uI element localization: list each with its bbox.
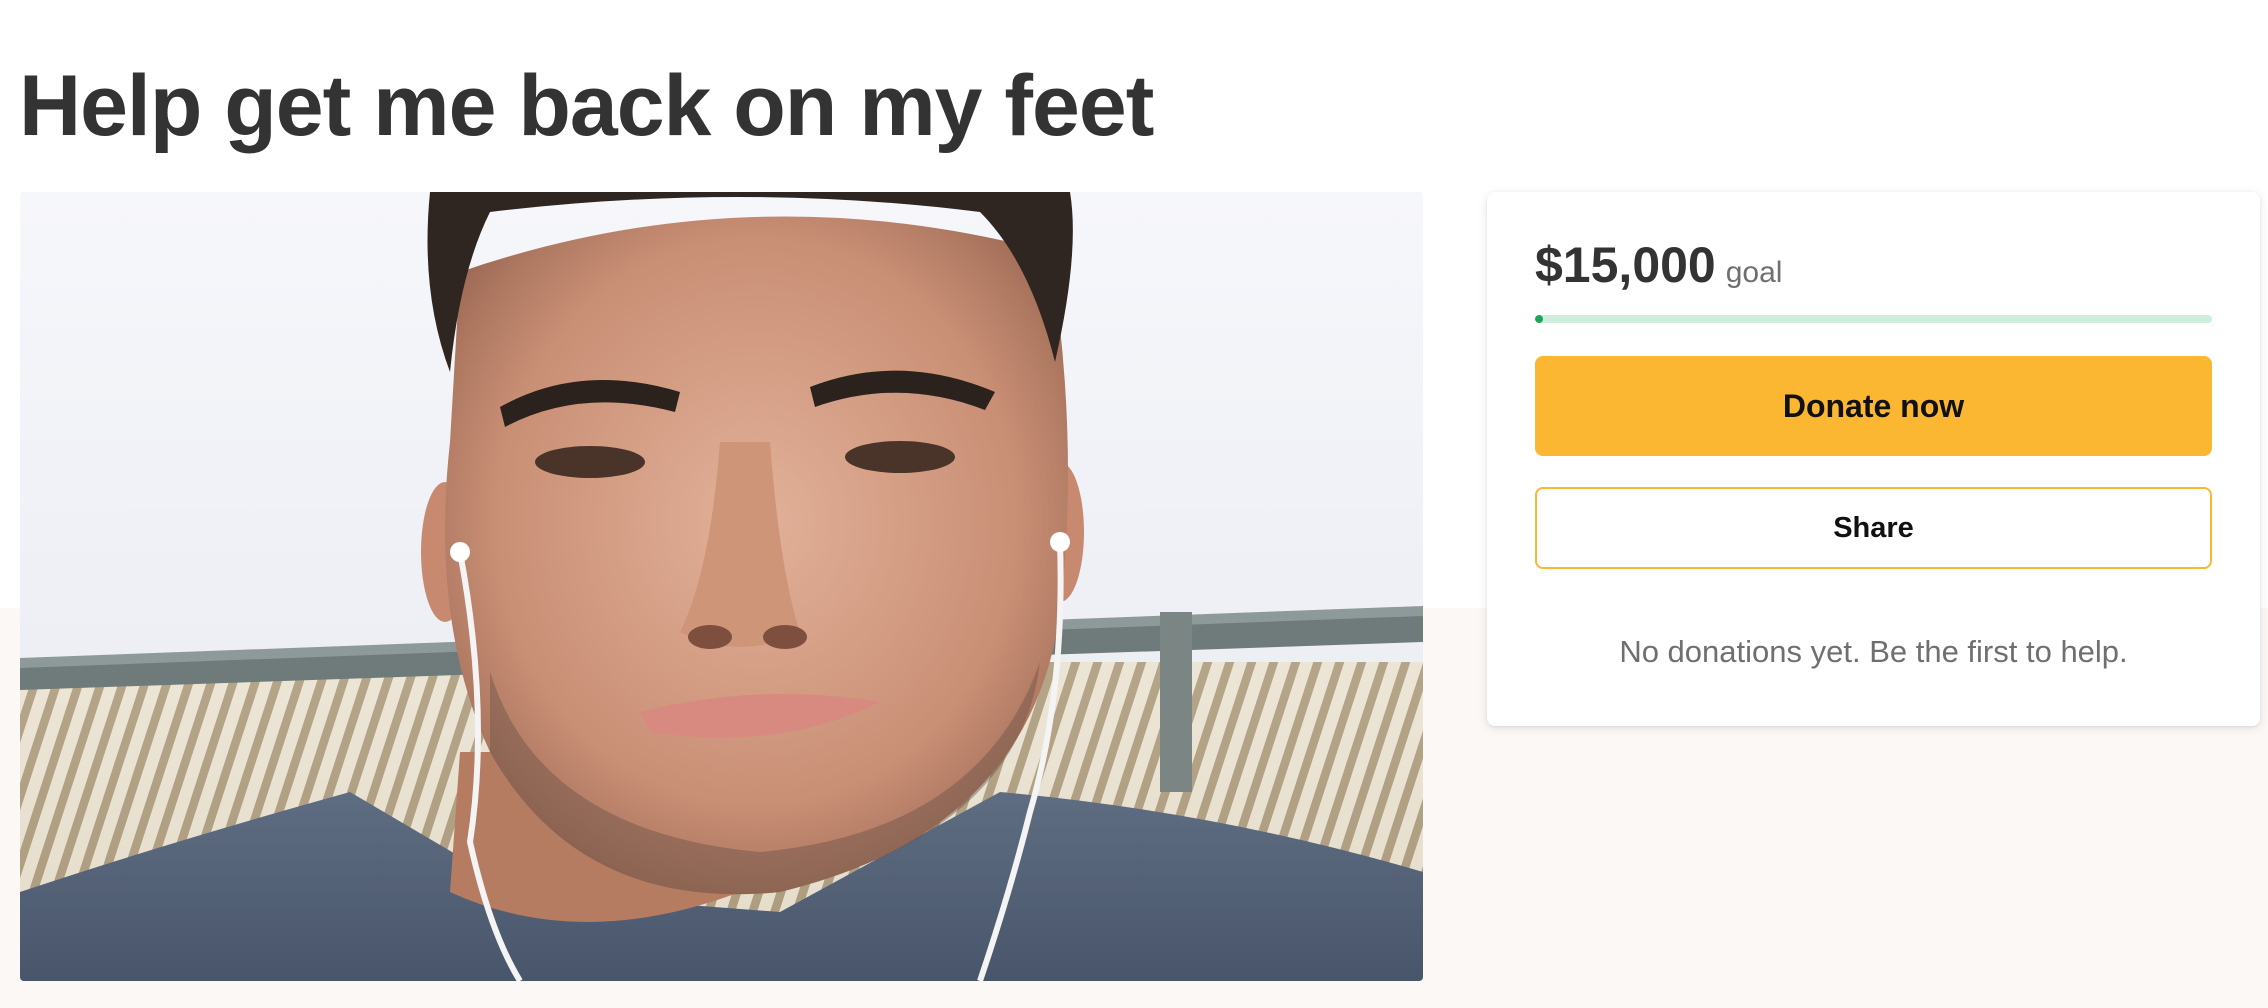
campaign-photo: [20, 192, 1423, 981]
share-button[interactable]: Share: [1535, 487, 2212, 569]
no-donations-message: No donations yet. Be the first to help.: [1619, 634, 2128, 669]
donation-progress-fill: [1535, 315, 1544, 323]
goal-summary: $15,000 goal: [1535, 240, 1782, 290]
donation-card: $15,000 goal Donate now Share No donatio…: [1487, 192, 2260, 726]
goal-amount: $15,000: [1535, 237, 1716, 293]
campaign-photo-illustration: [20, 192, 1423, 981]
goal-label: goal: [1725, 256, 1783, 289]
donation-progress-bar: [1535, 315, 2212, 323]
page-title: Help get me back on my feet: [19, 58, 1154, 154]
donate-now-button[interactable]: Donate now: [1535, 356, 2212, 456]
